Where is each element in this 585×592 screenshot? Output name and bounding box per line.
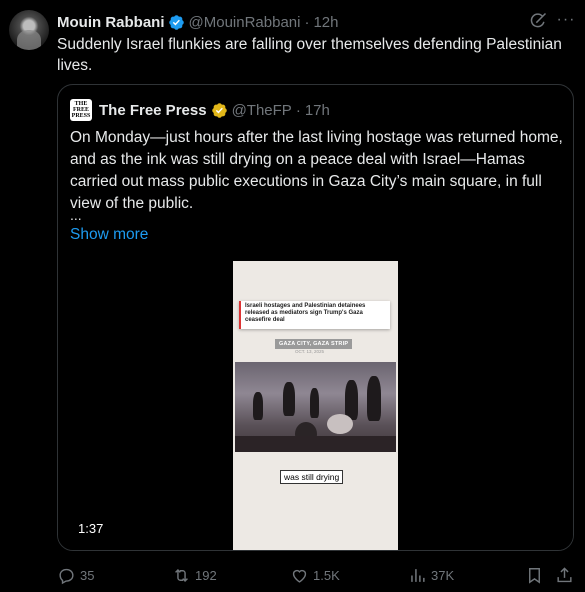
quoted-tweet[interactable]: THE FREE PRESS The Free Press @TheFP · 17h… — [57, 84, 574, 551]
quoted-tweet-text: On Monday—just hours after the last livi… — [70, 129, 563, 212]
repost-button[interactable]: 192 — [172, 563, 217, 587]
reply-icon — [59, 568, 74, 584]
repost-icon — [175, 568, 188, 582]
tweet-text: Suddenly Israel flunkies are falling ove… — [57, 36, 562, 74]
action-bar: 35 192 1.5K 37K — [0, 563, 585, 587]
video-duration: 1:37 — [78, 521, 104, 536]
author-name[interactable]: Mouin Rabbani — [57, 14, 165, 31]
truncation-ellipsis: ... — [70, 207, 82, 223]
the-free-press-logo: THE FREE PRESS — [70, 99, 92, 121]
dot-separator: · — [295, 101, 301, 119]
video-player[interactable]: Israeli hostages and Palestinian detaine… — [58, 261, 573, 550]
tweet-header: Mouin Rabbani @MouinRabbani · 12h — [57, 12, 339, 32]
share-button[interactable] — [555, 563, 574, 587]
author-handle[interactable]: @MouinRabbani — [189, 14, 301, 31]
share-icon — [557, 566, 572, 582]
avatar[interactable] — [9, 10, 49, 50]
like-icon — [292, 569, 307, 583]
verified-badge-icon — [168, 14, 184, 30]
views-button[interactable]: 37K — [408, 563, 454, 587]
gold-verified-badge-icon — [211, 102, 227, 118]
view-count: 37K — [431, 567, 455, 583]
video-caption: was still drying — [280, 470, 344, 484]
dot-separator: · — [304, 13, 310, 31]
tweet: Mouin Rabbani @MouinRabbani · 12h ··· Su… — [0, 0, 585, 592]
quoted-tweet-header: THE FREE PRESS The Free Press @TheFP · 17h — [70, 99, 330, 121]
bookmark-icon — [529, 567, 540, 584]
more-icon[interactable]: ··· — [556, 10, 576, 30]
quoted-tweet-time[interactable]: 17h — [305, 102, 330, 119]
grok-icon[interactable] — [528, 11, 548, 31]
video-frame: Israeli hostages and Palestinian detaine… — [233, 261, 398, 550]
repost-count: 192 — [195, 567, 217, 583]
reply-button[interactable]: 35 — [57, 563, 94, 587]
video-scene-image — [235, 362, 396, 452]
like-count: 1.5K — [313, 567, 340, 583]
views-icon — [411, 568, 425, 582]
bookmark-button[interactable] — [525, 563, 544, 587]
quoted-author-handle[interactable]: @TheFP — [232, 102, 292, 119]
reply-count: 35 — [80, 567, 95, 583]
video-location-tag: GAZA CITY, GAZA STRIP — [275, 339, 353, 349]
tweet-time[interactable]: 12h — [313, 14, 338, 31]
video-date: OCT. 13, 2025 — [295, 349, 325, 354]
like-button[interactable]: 1.5K — [290, 563, 340, 587]
video-headline: Israeli hostages and Palestinian detaine… — [239, 301, 390, 329]
show-more-link[interactable]: Show more — [70, 226, 148, 244]
quoted-author-name[interactable]: The Free Press — [99, 102, 207, 119]
